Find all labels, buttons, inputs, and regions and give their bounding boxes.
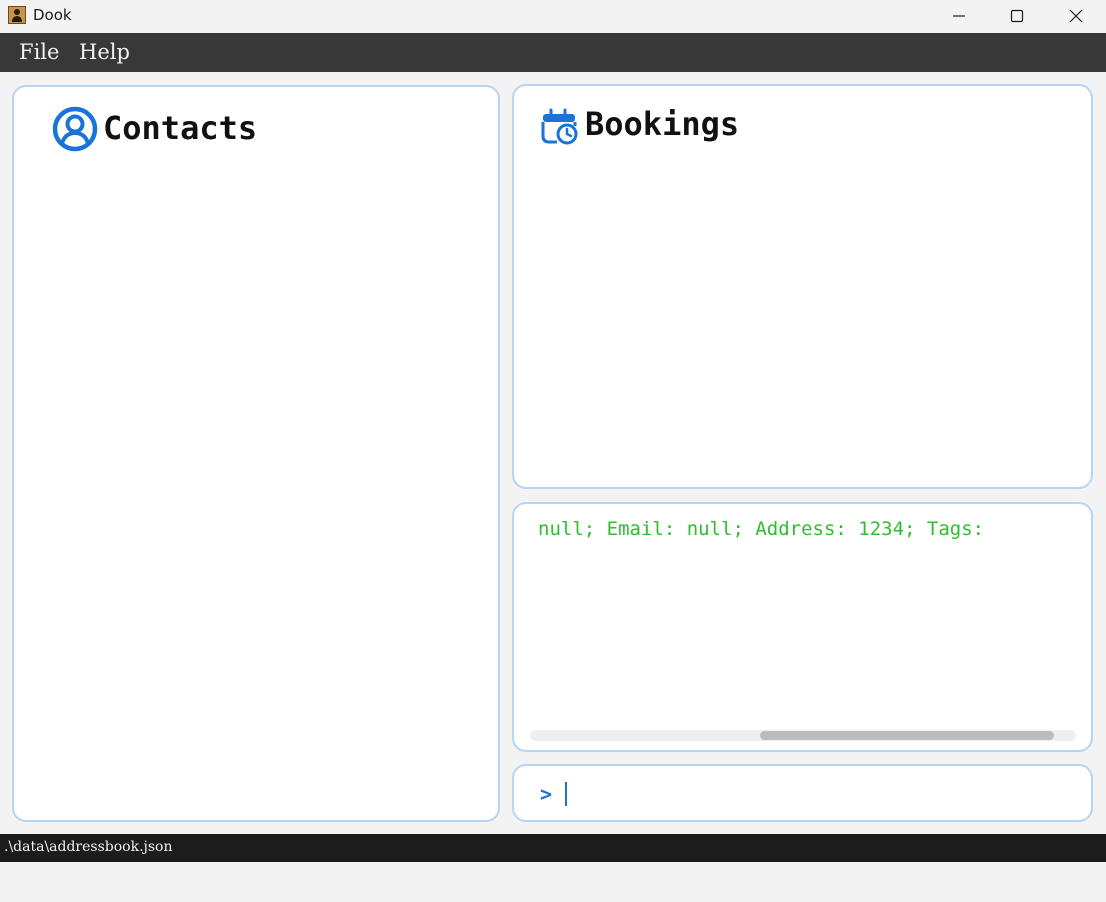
user-circle-icon [52,106,98,152]
close-button[interactable] [1047,0,1105,32]
calendar-clock-icon [541,108,578,145]
bookings-panel: Bookings [512,84,1093,489]
menu-file[interactable]: File [19,40,59,64]
contacts-panel: Contacts [12,85,500,822]
menu-help[interactable]: Help [79,40,130,64]
app-icon [8,6,26,24]
window-titlebar: Dook [0,0,1106,32]
data-file-path: .\data\addressbook.json [4,839,173,855]
scrollbar-thumb[interactable] [760,731,1054,740]
status-bar: .\data\addressbook.json [0,834,1106,862]
menu-bar: File Help [0,33,1106,72]
result-display: null; Email: null; Address: 1234; Tags: [512,502,1093,752]
close-icon [1069,9,1083,23]
command-box: > [512,764,1093,822]
contacts-title: Contacts [103,109,258,147]
result-text: null; Email: null; Address: 1234; Tags: [538,518,985,540]
command-prompt: > [540,782,553,806]
minimize-icon [953,15,965,17]
horizontal-scrollbar[interactable] [530,730,1076,741]
minimize-button[interactable] [930,0,988,32]
maximize-button[interactable] [988,0,1046,32]
window-title: Dook [33,6,72,24]
maximize-icon [1010,9,1024,23]
bookings-title: Bookings [585,105,740,143]
command-input[interactable] [564,774,1064,812]
